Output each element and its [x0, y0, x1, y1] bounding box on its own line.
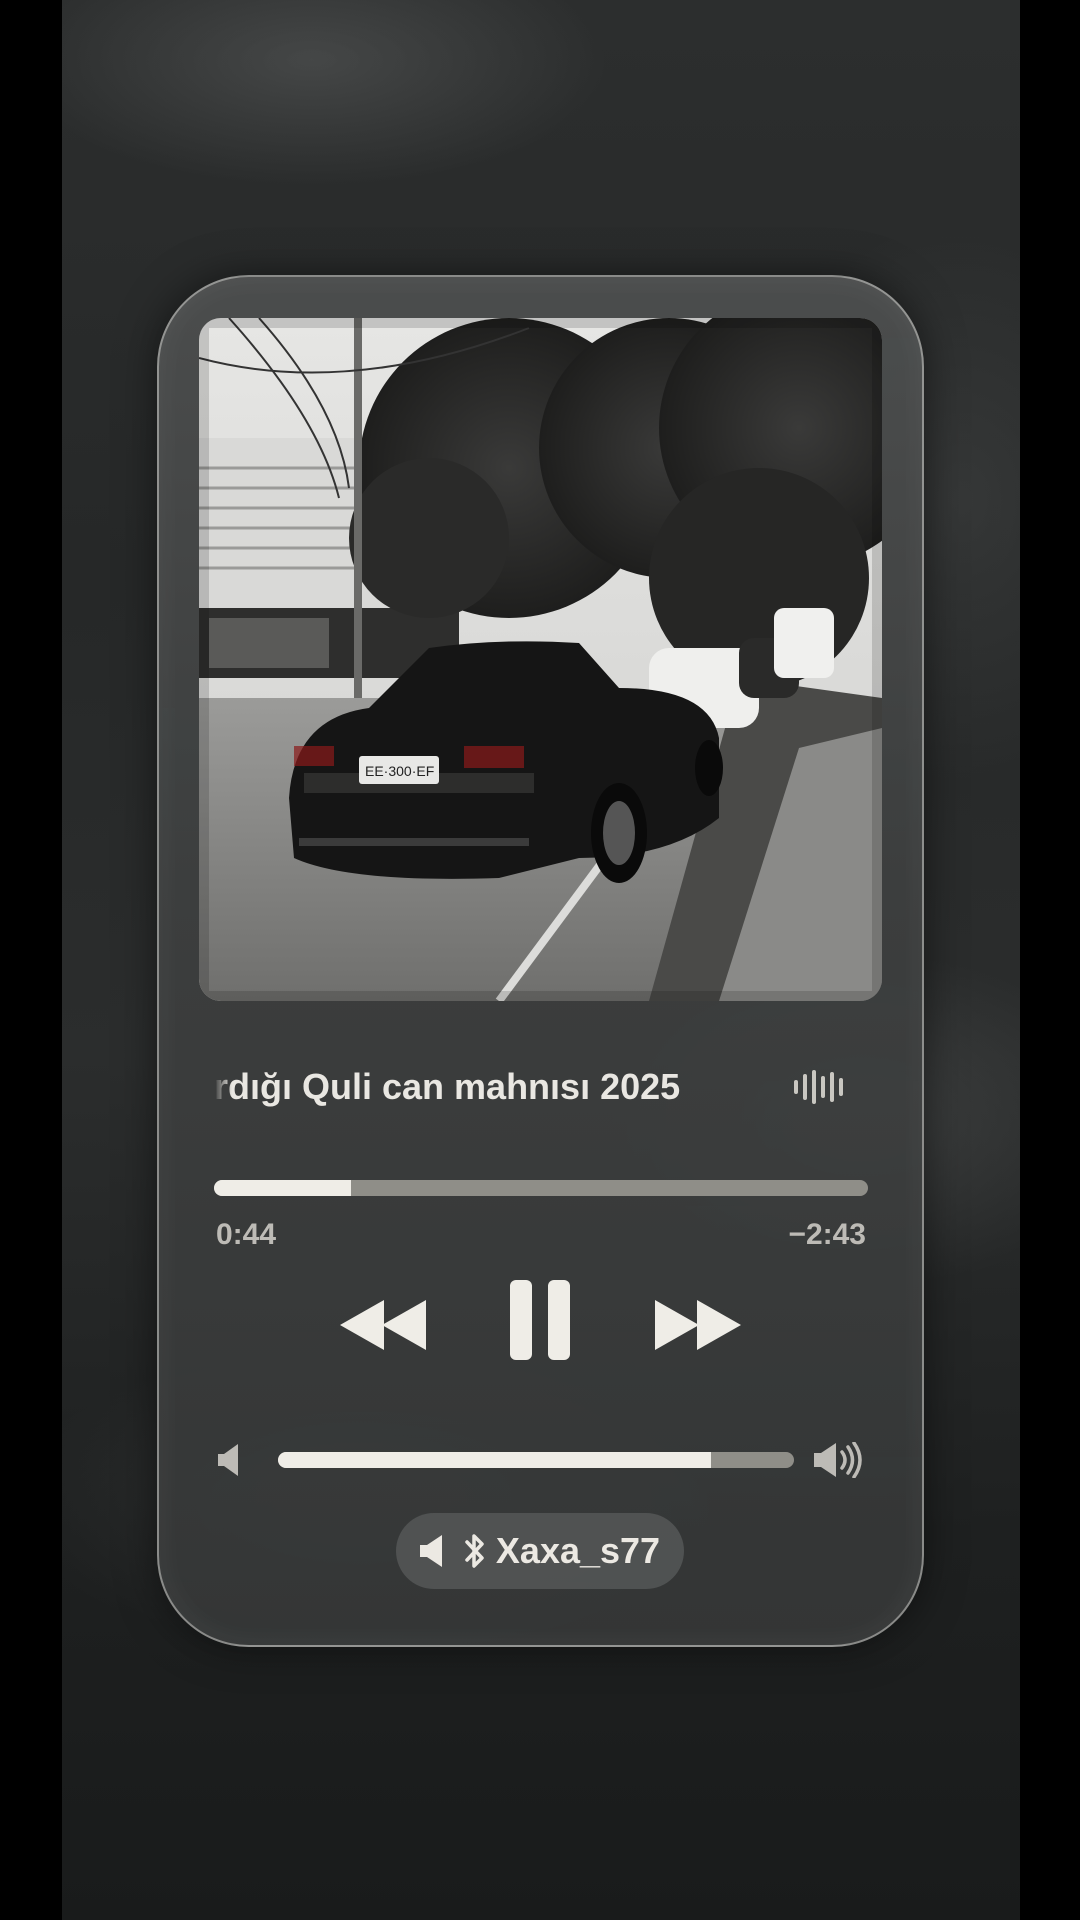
playback-progress-bar[interactable]	[214, 1180, 868, 1196]
waveform-icon	[794, 1067, 843, 1107]
volume-slider-fill	[278, 1452, 712, 1468]
speaker-muted-icon	[419, 1535, 442, 1567]
bluetooth-icon	[465, 1534, 484, 1568]
track-title: ırdığı Quli can mahnısı 2025	[214, 1066, 681, 1107]
volume-slider[interactable]	[278, 1452, 794, 1468]
album-artwork[interactable]: EE·300·EF	[199, 318, 882, 1001]
output-device-button[interactable]: Xaxa_s77	[396, 1513, 684, 1589]
track-title-row: ırdığı Quli can mahnısı 2025	[214, 1060, 854, 1114]
playback-controls	[330, 1278, 750, 1368]
fast-forward-button[interactable]	[655, 1300, 745, 1355]
speaker-high-icon[interactable]	[814, 1442, 866, 1478]
remaining-time: −2:43	[788, 1218, 866, 1251]
rewind-button[interactable]	[340, 1300, 430, 1355]
track-title-marquee: ırdığı Quli can mahnısı 2025	[214, 1066, 754, 1108]
pause-button[interactable]	[508, 1278, 572, 1367]
speaker-low-icon[interactable]	[218, 1444, 244, 1476]
volume-control	[214, 1440, 868, 1480]
fast-forward-icon	[655, 1300, 741, 1350]
elapsed-time: 0:44	[216, 1218, 277, 1251]
screen: EE·300·EF ırdığı Quli can mahnısı 2025 0…	[0, 0, 1080, 1920]
pause-icon	[510, 1280, 570, 1360]
playback-progress-fill	[214, 1180, 352, 1196]
svg-text:EE·300·EF: EE·300·EF	[365, 763, 434, 779]
rewind-icon	[340, 1300, 426, 1350]
output-device-name: Xaxa_s77	[495, 1530, 661, 1571]
